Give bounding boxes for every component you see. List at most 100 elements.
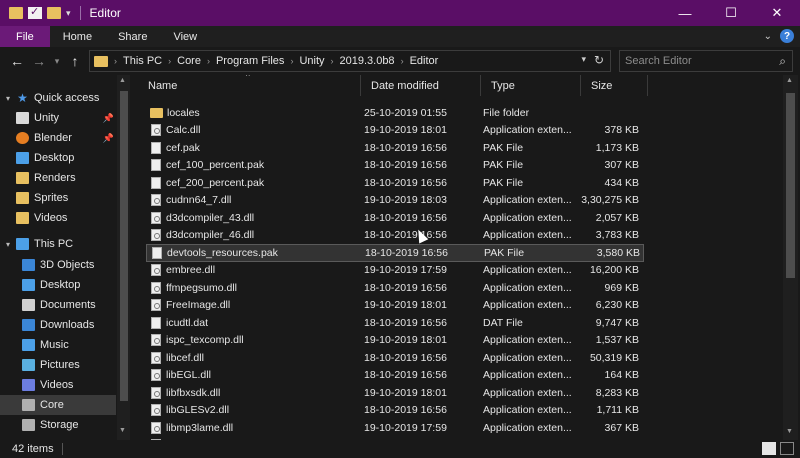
nav-item-videos[interactable]: Videos xyxy=(0,375,116,395)
nav-item-documents[interactable]: Documents xyxy=(0,295,116,315)
nav-item-desktop[interactable]: Desktop xyxy=(0,275,116,295)
minimize-button[interactable]: — xyxy=(662,0,708,26)
nav-item-desktop-quick[interactable]: Desktop xyxy=(0,148,116,168)
dll-file-icon xyxy=(151,351,161,364)
file-row[interactable]: libcef.dll 18-10-2019 16:56 Application ex… xyxy=(146,349,644,367)
dll-file-icon xyxy=(151,369,161,382)
refresh-icon[interactable]: ↻ xyxy=(594,53,604,67)
file-row[interactable]: libEGL.dll 18-10-2019 16:56 Application ex… xyxy=(146,367,644,385)
tab-home[interactable]: Home xyxy=(50,26,105,47)
nav-item-storage[interactable]: Storage xyxy=(0,415,116,435)
file-row[interactable]: Calc.dll 19-10-2019 18:01 Application exte… xyxy=(146,122,644,140)
properties-icon[interactable] xyxy=(28,5,42,19)
file-date: 18-10-2019 16:56 xyxy=(365,246,448,259)
collapse-chevron-icon[interactable]: ▾ xyxy=(0,94,16,103)
file-row[interactable]: cef_200_percent.pak 18-10-2019 16:56 PAK F… xyxy=(146,174,644,192)
file-row[interactable]: locales 25-10-2019 01:55 File folder xyxy=(146,104,644,122)
breadcrumb-program-files[interactable]: Program Files xyxy=(216,55,284,67)
close-button[interactable]: ✕ xyxy=(754,0,800,26)
recent-locations-icon[interactable]: ▾ xyxy=(50,56,64,67)
large-icons-view-icon[interactable] xyxy=(780,442,794,455)
file-row[interactable]: d3dcompiler_46.dll 18-10-2019 16:56 Applic… xyxy=(146,227,644,245)
breadcrumb-unity[interactable]: Unity xyxy=(299,55,324,67)
address-dropdown-icon[interactable]: ▾ xyxy=(581,54,586,65)
file-row[interactable]: cudnn64_7.dll 19-10-2019 18:03 Application… xyxy=(146,192,644,210)
breadcrumb-version[interactable]: 2019.3.0b8 xyxy=(340,55,395,67)
file-row[interactable]: cef_100_percent.pak 18-10-2019 16:56 PAK F… xyxy=(146,157,644,175)
file-name-cell: locales xyxy=(146,107,361,119)
customize-toolbar-dropdown-icon[interactable]: ▾ xyxy=(66,8,71,19)
nav-scrollbar-thumb[interactable] xyxy=(120,91,128,401)
nav-this-pc[interactable]: ▾ This PC xyxy=(0,234,116,254)
file-row[interactable]: libfbxsdk.dll 19-10-2019 18:01 Application… xyxy=(146,384,644,402)
file-row[interactable]: d3dcompiler_43.dll 18-10-2019 16:56 Applic… xyxy=(146,209,644,227)
column-header-type[interactable]: Type xyxy=(481,75,581,96)
nav-item-3d-objects[interactable]: 3D Objects xyxy=(0,255,116,275)
nav-item-blender[interactable]: Blender 📌 xyxy=(0,128,116,148)
file-name: libfbxsdk.dll xyxy=(166,386,221,399)
dll-file-icon xyxy=(151,404,161,417)
file-size: 8,283 KB xyxy=(595,386,639,399)
up-arrow-icon[interactable]: ↑ xyxy=(64,53,86,69)
file-date: 25-10-2019 01:55 xyxy=(364,106,447,119)
file-list-scrollbar-thumb[interactable] xyxy=(786,93,795,278)
breadcrumb-separator: › xyxy=(114,56,117,66)
tab-share[interactable]: Share xyxy=(105,26,160,47)
file-row[interactable]: ffmpegsumo.dll 18-10-2019 16:56 Applicatio… xyxy=(146,279,644,297)
ribbon-right-controls: ⌄ ? xyxy=(764,29,794,43)
scroll-down-icon[interactable]: ▼ xyxy=(786,428,793,435)
file-row[interactable]: devtools_resources.pak 18-10-2019 16:56 PA… xyxy=(146,244,644,262)
scroll-down-icon[interactable]: ▼ xyxy=(119,427,126,434)
file-size: 3,30,275 KB xyxy=(581,194,639,207)
tab-file[interactable]: File xyxy=(0,26,50,47)
new-folder-icon[interactable] xyxy=(47,7,61,19)
file-row[interactable]: ispc_texcomp.dll 19-10-2019 18:01 Applicat… xyxy=(146,332,644,350)
breadcrumb-core[interactable]: Core xyxy=(177,55,201,67)
file-row[interactable]: libmp3lame.dll 19-10-2019 17:59 Applicatio… xyxy=(146,419,644,437)
address-bar[interactable]: › This PC › Core › Program Files › Unity… xyxy=(89,50,611,72)
toolbar-divider xyxy=(79,6,81,20)
column-header-size[interactable]: Size xyxy=(581,75,648,96)
nav-item-downloads[interactable]: Downloads xyxy=(0,315,116,335)
scroll-up-icon[interactable]: ▲ xyxy=(786,77,793,84)
nav-item-core[interactable]: Core xyxy=(0,395,116,415)
tab-view[interactable]: View xyxy=(160,26,210,47)
file-size: 1,173 KB xyxy=(595,141,639,154)
file-size: 367 KB xyxy=(604,421,639,434)
file-type: Application exten... xyxy=(483,369,572,382)
nav-item-videos-quick[interactable]: Videos xyxy=(0,208,116,228)
expand-ribbon-icon[interactable]: ⌄ xyxy=(764,31,772,42)
address-row: ← → ▾ ↑ › This PC › Core › Program Files… xyxy=(0,47,800,75)
file-row[interactable]: icudtl.dat 18-10-2019 16:56 DAT File 9,747 … xyxy=(146,314,644,332)
maximize-button[interactable]: ☐ xyxy=(708,0,754,26)
forward-arrow-icon[interactable]: → xyxy=(28,53,50,69)
dll-file-icon xyxy=(151,264,161,277)
nav-item-pictures[interactable]: Pictures xyxy=(0,355,116,375)
breadcrumb-this-pc[interactable]: This PC xyxy=(123,55,162,67)
file-name: libGLESv2.dll xyxy=(166,404,230,417)
nav-item-unity[interactable]: Unity 📌 xyxy=(0,108,116,128)
help-icon[interactable]: ? xyxy=(780,29,794,43)
nav-item-renders[interactable]: Renders xyxy=(0,168,116,188)
file-type: Application exten... xyxy=(483,194,572,207)
file-date: 18-10-2019 16:56 xyxy=(364,141,447,154)
collapse-chevron-icon[interactable]: ▾ xyxy=(0,240,16,249)
details-view-icon[interactable] xyxy=(762,442,776,455)
file-row[interactable]: cef.pak 18-10-2019 16:56 PAK File 1,173 KB xyxy=(146,139,644,157)
file-row[interactable]: FreeImage.dll 19-10-2019 18:01 Application… xyxy=(146,297,644,315)
file-row[interactable]: libGLESv2.dll 18-10-2019 16:56 Application… xyxy=(146,402,644,420)
breadcrumb-editor[interactable]: Editor xyxy=(410,55,439,67)
column-header-date[interactable]: Date modified xyxy=(361,75,481,96)
file-size: 2,057 KB xyxy=(595,211,639,224)
scroll-up-icon[interactable]: ▲ xyxy=(119,77,126,84)
column-header-name[interactable]: ^ Name xyxy=(138,75,361,96)
nav-item-music[interactable]: Music xyxy=(0,335,116,355)
status-divider xyxy=(61,443,63,455)
file-row[interactable]: embree.dll 19-10-2019 17:59 Application ex… xyxy=(146,262,644,280)
nav-quick-access[interactable]: ▾ ★ Quick access xyxy=(0,88,116,108)
back-arrow-icon[interactable]: ← xyxy=(6,53,28,69)
search-input[interactable]: Search Editor ⌕ xyxy=(619,50,793,72)
dll-file-icon xyxy=(151,421,161,434)
nav-item-sprites[interactable]: Sprites xyxy=(0,188,116,208)
breadcrumb-separator: › xyxy=(168,56,172,66)
